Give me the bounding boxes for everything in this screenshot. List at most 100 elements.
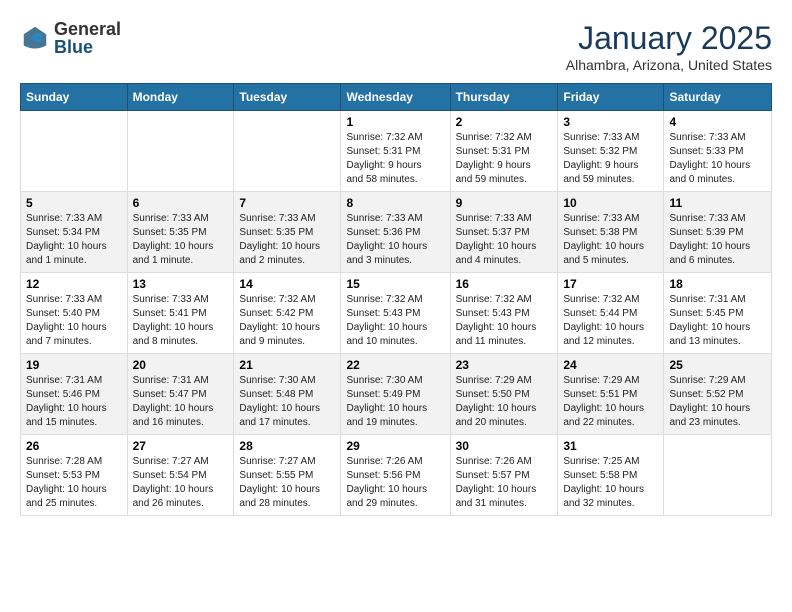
- day-number: 23: [456, 358, 553, 372]
- calendar-cell: 26 Sunrise: 7:28 AM Sunset: 5:53 PM Dayli…: [21, 435, 128, 516]
- day-info: Sunrise: 7:30 AM Sunset: 5:48 PM Dayligh…: [239, 374, 335, 430]
- day-number: 24: [563, 358, 658, 372]
- calendar-week-row: 5 Sunrise: 7:33 AM Sunset: 5:34 PM Daylig…: [21, 192, 772, 273]
- day-info: Sunrise: 7:33 AM Sunset: 5:37 PM Dayligh…: [456, 212, 553, 268]
- calendar-cell: 19 Sunrise: 7:31 AM Sunset: 5:46 PM Dayli…: [21, 354, 128, 435]
- calendar-cell: 18Sunrise: 7:31 AM Sunset: 5:45 PM Dayli…: [664, 273, 772, 354]
- logo-text: General Blue: [54, 20, 121, 56]
- day-info: Sunrise: 7:25 AM Sunset: 5:58 PM Dayligh…: [563, 455, 658, 511]
- header-row: SundayMondayTuesdayWednesdayThursdayFrid…: [21, 84, 772, 111]
- calendar-cell: 3Sunrise: 7:33 AM Sunset: 5:32 PM Daylig…: [558, 111, 664, 192]
- day-info: Sunrise: 7:33 AM Sunset: 5:35 PM Dayligh…: [239, 212, 335, 268]
- day-info: Sunrise: 7:33 AM Sunset: 5:39 PM Dayligh…: [669, 212, 766, 268]
- logo-blue: Blue: [54, 38, 121, 56]
- calendar-cell: [127, 111, 234, 192]
- calendar-table: SundayMondayTuesdayWednesdayThursdayFrid…: [20, 83, 772, 516]
- day-info: Sunrise: 7:26 AM Sunset: 5:57 PM Dayligh…: [456, 455, 553, 511]
- day-info: Sunrise: 7:26 AM Sunset: 5:56 PM Dayligh…: [346, 455, 444, 511]
- day-info: Sunrise: 7:32 AM Sunset: 5:43 PM Dayligh…: [346, 293, 444, 349]
- day-info: Sunrise: 7:33 AM Sunset: 5:41 PM Dayligh…: [133, 293, 229, 349]
- header-day: Saturday: [664, 84, 772, 111]
- calendar-cell: 16 Sunrise: 7:32 AM Sunset: 5:43 PM Dayli…: [450, 273, 558, 354]
- day-info: Sunrise: 7:27 AM Sunset: 5:55 PM Dayligh…: [239, 455, 335, 511]
- day-number: 27: [133, 439, 229, 453]
- day-info: Sunrise: 7:32 AM Sunset: 5:31 PM Dayligh…: [346, 131, 444, 187]
- header-day: Friday: [558, 84, 664, 111]
- calendar-cell: 23 Sunrise: 7:29 AM Sunset: 5:50 PM Dayli…: [450, 354, 558, 435]
- calendar-cell: 14Sunrise: 7:32 AM Sunset: 5:42 PM Dayli…: [234, 273, 341, 354]
- calendar-cell: 28 Sunrise: 7:27 AM Sunset: 5:55 PM Dayli…: [234, 435, 341, 516]
- day-info: Sunrise: 7:33 AM Sunset: 5:35 PM Dayligh…: [133, 212, 229, 268]
- calendar-cell: 30 Sunrise: 7:26 AM Sunset: 5:57 PM Dayli…: [450, 435, 558, 516]
- day-info: Sunrise: 7:32 AM Sunset: 5:44 PM Dayligh…: [563, 293, 658, 349]
- day-number: 5: [26, 196, 122, 210]
- day-number: 12: [26, 277, 122, 291]
- calendar-cell: [21, 111, 128, 192]
- calendar-cell: 7 Sunrise: 7:33 AM Sunset: 5:35 PM Daylig…: [234, 192, 341, 273]
- calendar-cell: 24 Sunrise: 7:29 AM Sunset: 5:51 PM Dayli…: [558, 354, 664, 435]
- calendar-cell: 29 Sunrise: 7:26 AM Sunset: 5:56 PM Dayli…: [341, 435, 450, 516]
- day-info: Sunrise: 7:29 AM Sunset: 5:52 PM Dayligh…: [669, 374, 766, 430]
- calendar-cell: 15 Sunrise: 7:32 AM Sunset: 5:43 PM Dayli…: [341, 273, 450, 354]
- day-number: 10: [563, 196, 658, 210]
- calendar-cell: 4 Sunrise: 7:33 AM Sunset: 5:33 PM Daylig…: [664, 111, 772, 192]
- day-number: 25: [669, 358, 766, 372]
- calendar-body: 1 Sunrise: 7:32 AM Sunset: 5:31 PM Daylig…: [21, 111, 772, 516]
- day-info: Sunrise: 7:33 AM Sunset: 5:34 PM Dayligh…: [26, 212, 122, 268]
- calendar-week-row: 1 Sunrise: 7:32 AM Sunset: 5:31 PM Daylig…: [21, 111, 772, 192]
- day-number: 30: [456, 439, 553, 453]
- logo: General Blue: [20, 20, 121, 56]
- calendar-cell: 6 Sunrise: 7:33 AM Sunset: 5:35 PM Daylig…: [127, 192, 234, 273]
- day-number: 29: [346, 439, 444, 453]
- day-number: 4: [669, 115, 766, 129]
- calendar-cell: [664, 435, 772, 516]
- calendar-cell: 13 Sunrise: 7:33 AM Sunset: 5:41 PM Dayli…: [127, 273, 234, 354]
- calendar-cell: 20Sunrise: 7:31 AM Sunset: 5:47 PM Dayli…: [127, 354, 234, 435]
- calendar-header: SundayMondayTuesdayWednesdayThursdayFrid…: [21, 84, 772, 111]
- day-number: 1: [346, 115, 444, 129]
- header-day: Monday: [127, 84, 234, 111]
- calendar-cell: 5 Sunrise: 7:33 AM Sunset: 5:34 PM Daylig…: [21, 192, 128, 273]
- calendar-cell: 10 Sunrise: 7:33 AM Sunset: 5:38 PM Dayli…: [558, 192, 664, 273]
- day-number: 7: [239, 196, 335, 210]
- day-info: Sunrise: 7:30 AM Sunset: 5:49 PM Dayligh…: [346, 374, 444, 430]
- day-info: Sunrise: 7:31 AM Sunset: 5:45 PM Dayligh…: [669, 293, 766, 349]
- day-number: 11: [669, 196, 766, 210]
- day-info: Sunrise: 7:33 AM Sunset: 5:38 PM Dayligh…: [563, 212, 658, 268]
- day-info: Sunrise: 7:33 AM Sunset: 5:33 PM Dayligh…: [669, 131, 766, 187]
- logo-general: General: [54, 20, 121, 38]
- day-info: Sunrise: 7:28 AM Sunset: 5:53 PM Dayligh…: [26, 455, 122, 511]
- calendar-cell: 21Sunrise: 7:30 AM Sunset: 5:48 PM Dayli…: [234, 354, 341, 435]
- day-number: 20: [133, 358, 229, 372]
- day-number: 15: [346, 277, 444, 291]
- calendar-cell: [234, 111, 341, 192]
- day-info: Sunrise: 7:32 AM Sunset: 5:43 PM Dayligh…: [456, 293, 553, 349]
- day-number: 19: [26, 358, 122, 372]
- day-number: 13: [133, 277, 229, 291]
- day-number: 6: [133, 196, 229, 210]
- day-info: Sunrise: 7:33 AM Sunset: 5:36 PM Dayligh…: [346, 212, 444, 268]
- header-day: Sunday: [21, 84, 128, 111]
- calendar-cell: 22 Sunrise: 7:30 AM Sunset: 5:49 PM Dayli…: [341, 354, 450, 435]
- calendar-cell: 25 Sunrise: 7:29 AM Sunset: 5:52 PM Dayli…: [664, 354, 772, 435]
- day-number: 26: [26, 439, 122, 453]
- day-number: 22: [346, 358, 444, 372]
- calendar-cell: 12Sunrise: 7:33 AM Sunset: 5:40 PM Dayli…: [21, 273, 128, 354]
- header-day: Thursday: [450, 84, 558, 111]
- day-number: 28: [239, 439, 335, 453]
- day-info: Sunrise: 7:29 AM Sunset: 5:51 PM Dayligh…: [563, 374, 658, 430]
- day-number: 31: [563, 439, 658, 453]
- calendar-cell: 9 Sunrise: 7:33 AM Sunset: 5:37 PM Daylig…: [450, 192, 558, 273]
- title-area: January 2025 Alhambra, Arizona, United S…: [566, 20, 772, 73]
- day-info: Sunrise: 7:29 AM Sunset: 5:50 PM Dayligh…: [456, 374, 553, 430]
- day-number: 14: [239, 277, 335, 291]
- day-info: Sunrise: 7:27 AM Sunset: 5:54 PM Dayligh…: [133, 455, 229, 511]
- day-number: 9: [456, 196, 553, 210]
- calendar-week-row: 26 Sunrise: 7:28 AM Sunset: 5:53 PM Dayli…: [21, 435, 772, 516]
- day-info: Sunrise: 7:31 AM Sunset: 5:46 PM Dayligh…: [26, 374, 122, 430]
- day-number: 16: [456, 277, 553, 291]
- location: Alhambra, Arizona, United States: [566, 57, 772, 73]
- day-number: 17: [563, 277, 658, 291]
- calendar-cell: 1 Sunrise: 7:32 AM Sunset: 5:31 PM Daylig…: [341, 111, 450, 192]
- header-day: Wednesday: [341, 84, 450, 111]
